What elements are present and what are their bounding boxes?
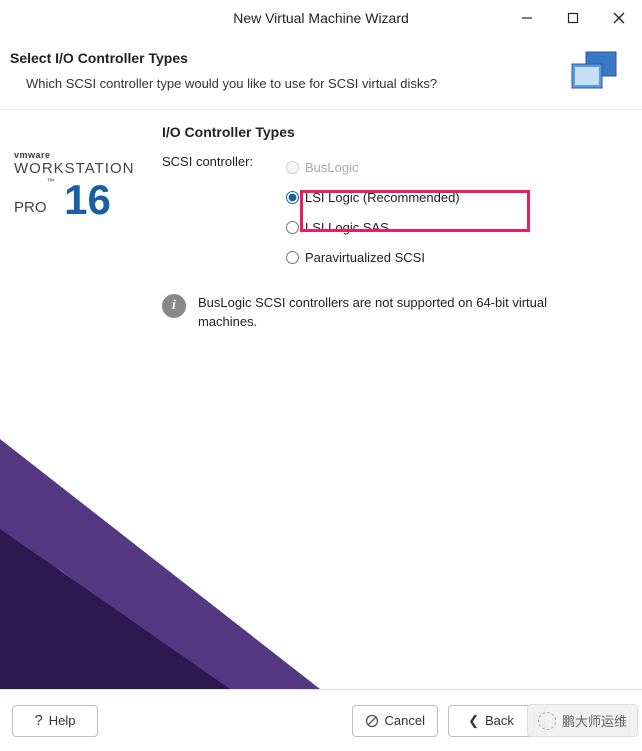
radio-buslogic: BusLogic: [286, 152, 460, 182]
chevron-left-icon: ❮: [468, 713, 479, 729]
decorative-triangle: [0, 529, 230, 689]
window-controls: [504, 0, 642, 36]
watermark-icon: [538, 712, 556, 730]
page-subtitle: Which SCSI controller type would you lik…: [26, 76, 568, 91]
radio-label: BusLogic: [305, 160, 358, 175]
radio-input-paravirtualized[interactable]: [286, 251, 299, 264]
watermark-overlay: 鹏大师运维: [527, 704, 638, 737]
maximize-icon: [567, 12, 579, 24]
product-logo: vmware WORKSTATION PRO ™ 16: [14, 124, 162, 332]
help-button[interactable]: ? Help: [12, 705, 98, 737]
back-button[interactable]: ❮ Back: [448, 705, 534, 737]
minimize-icon: [521, 12, 533, 24]
info-note: i BusLogic SCSI controllers are not supp…: [162, 294, 626, 332]
monitors-icon: [568, 50, 620, 97]
scsi-options: BusLogic LSI Logic (Recommended) LSI Log…: [286, 152, 460, 272]
titlebar: New Virtual Machine Wizard: [0, 0, 642, 36]
logo-product: WORKSTATION: [14, 160, 162, 177]
info-icon: i: [162, 294, 186, 318]
radio-label: Paravirtualized SCSI: [305, 250, 425, 265]
page-title: Select I/O Controller Types: [10, 50, 568, 66]
radio-input-lsi-logic-sas[interactable]: [286, 221, 299, 234]
close-button[interactable]: [596, 0, 642, 36]
cancel-icon: [365, 714, 379, 728]
radio-paravirtualized[interactable]: Paravirtualized SCSI: [286, 242, 460, 272]
button-label: Help: [49, 713, 76, 728]
wizard-header: Select I/O Controller Types Which SCSI c…: [0, 36, 642, 110]
window-title: New Virtual Machine Wizard: [233, 10, 409, 26]
logo-version: 16: [64, 179, 111, 221]
radio-input-buslogic: [286, 161, 299, 174]
close-icon: [613, 12, 625, 24]
radio-label: LSI Logic (Recommended): [305, 190, 460, 205]
help-icon: ?: [34, 712, 42, 729]
button-label: Back: [485, 713, 514, 728]
content: vmware WORKSTATION PRO ™ 16 I/O Controlle…: [0, 110, 642, 332]
minimize-button[interactable]: [504, 0, 550, 36]
section-title: I/O Controller Types: [162, 124, 626, 140]
maximize-button[interactable]: [550, 0, 596, 36]
logo-brand: vmware: [14, 150, 162, 160]
radio-lsi-logic-sas[interactable]: LSI Logic SAS: [286, 212, 460, 242]
button-label: Cancel: [385, 713, 425, 728]
radio-label: LSI Logic SAS: [305, 220, 389, 235]
watermark-text: 鹏大师运维: [562, 711, 627, 730]
radio-lsi-logic[interactable]: LSI Logic (Recommended): [286, 182, 460, 212]
main-panel: I/O Controller Types SCSI controller: Bu…: [162, 124, 626, 332]
radio-input-lsi-logic[interactable]: [286, 191, 299, 204]
info-text: BusLogic SCSI controllers are not suppor…: [198, 294, 608, 332]
logo-tm: ™: [47, 177, 55, 186]
logo-edition: PRO: [14, 199, 47, 216]
cancel-button[interactable]: Cancel: [352, 705, 438, 737]
field-label-scsi: SCSI controller:: [162, 152, 286, 272]
